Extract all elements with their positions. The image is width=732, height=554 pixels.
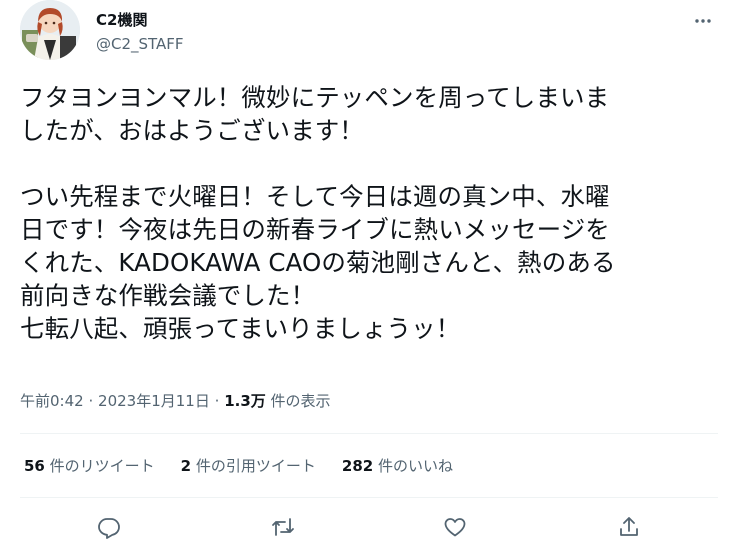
tweet-text: フタヨンヨンマル！微妙にテッペンを周ってしまいま したが、おはようございます！ … — [20, 83, 616, 343]
meta-separator: · — [214, 392, 220, 410]
avatar-illustration — [20, 0, 80, 60]
divider — [20, 433, 718, 434]
tweet-time[interactable]: 午前0:42 — [20, 392, 84, 410]
avatar[interactable] — [20, 0, 80, 60]
reply-button[interactable] — [92, 510, 126, 544]
tweet-meta: 午前0:42 · 2023年1月11日 · 1.3万 件の表示 — [20, 391, 331, 411]
quotes-stat[interactable]: 2 件の引用ツイート — [181, 456, 316, 476]
tweet-actions — [0, 510, 732, 544]
heart-icon — [444, 518, 466, 537]
retweet-icon — [272, 518, 294, 536]
tweet-stats: 56 件のリツイート 2 件の引用ツイート 282 件のいいね — [24, 456, 453, 476]
reply-icon — [98, 518, 120, 539]
more-icon — [695, 19, 711, 23]
likes-count: 282 — [341, 457, 374, 475]
retweets-label: 件のリツイート — [49, 457, 155, 475]
author-handle[interactable]: @C2_STAFF — [96, 34, 184, 54]
like-button[interactable] — [438, 510, 472, 544]
quotes-label: 件の引用ツイート — [195, 457, 316, 475]
share-button[interactable] — [612, 510, 646, 544]
tweet-date[interactable]: 2023年1月11日 — [98, 392, 210, 410]
retweet-button[interactable] — [266, 510, 300, 544]
quotes-count: 2 — [180, 457, 192, 475]
retweets-stat[interactable]: 56 件のリツイート — [24, 456, 155, 476]
divider — [20, 497, 718, 498]
tweet-header: C2機関 @C2_STAFF — [20, 0, 732, 72]
retweets-count: 56 — [24, 457, 45, 475]
views-count: 1.3万 — [224, 392, 266, 410]
views-label: 件の表示 — [270, 392, 331, 410]
likes-label: 件のいいね — [378, 457, 454, 475]
share-icon — [620, 517, 638, 536]
more-button[interactable] — [688, 6, 718, 36]
author-display-name[interactable]: C2機関 — [96, 10, 147, 30]
likes-stat[interactable]: 282 件のいいね — [342, 456, 453, 476]
meta-separator: · — [88, 392, 94, 410]
